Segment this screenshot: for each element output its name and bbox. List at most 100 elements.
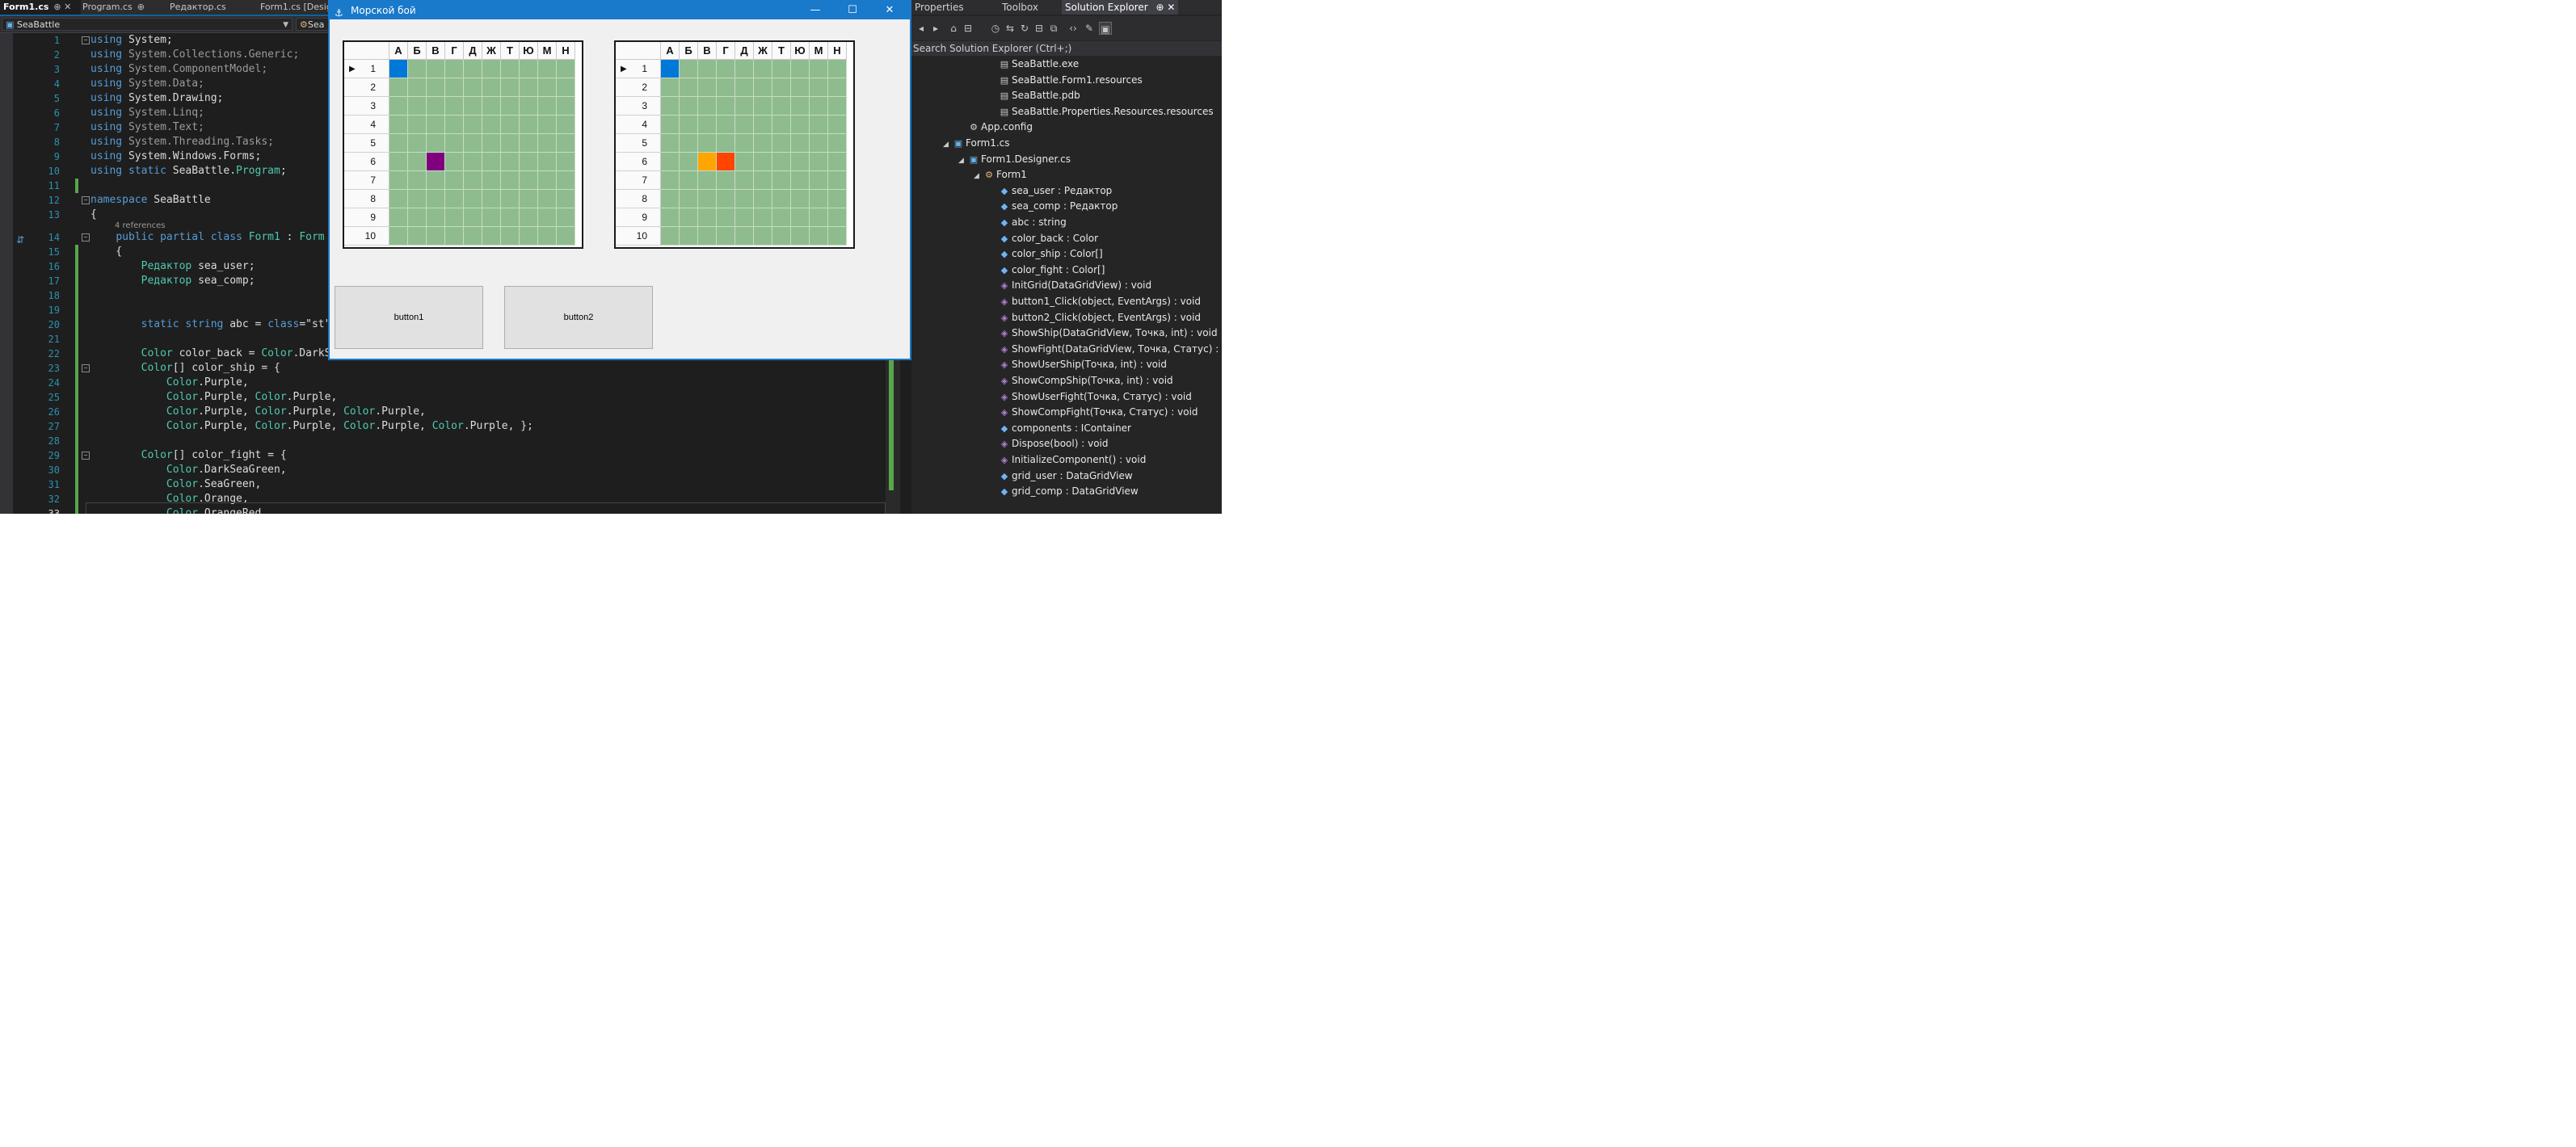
solution-tree-item[interactable]: ◈ ShowFight(DataGridView, Точка, Статус) … [989,343,1222,359]
grid-cell[interactable] [520,227,538,246]
column-header[interactable]: Т [501,42,520,60]
grid-cell[interactable] [828,97,847,116]
solution-tree-item[interactable]: ◈ Dispose(bool) : void [989,438,1109,454]
grid-cell[interactable] [464,97,482,116]
grid-cell[interactable] [828,116,847,134]
grid-cell[interactable] [661,208,680,227]
grid-cell[interactable] [408,60,427,78]
grid-cell[interactable] [680,208,698,227]
grid-cell[interactable] [791,153,810,171]
grid-cell[interactable] [408,116,427,134]
solution-tree-item[interactable]: ◈ ShowShip(DataGridView, Точка, int) : vo… [989,327,1218,343]
column-header[interactable]: Ю [791,42,810,60]
grid-cell[interactable] [791,190,810,208]
grid-cell[interactable] [735,60,754,78]
row-header[interactable]: 4 [616,116,661,134]
grid-cell[interactable] [464,134,482,153]
grid-cell[interactable] [557,227,575,246]
grid-cell[interactable] [698,190,717,208]
grid-cell[interactable] [520,60,538,78]
grid-cell[interactable] [772,97,791,116]
grid-cell[interactable] [445,134,464,153]
solution-tree-item[interactable]: ⚙ App.config [958,121,1033,137]
grid-cell[interactable] [408,153,427,171]
grid-cell[interactable] [538,116,557,134]
code-line[interactable]: 25 Color.Purple, Color.Purple, [0,390,889,405]
grid-cell[interactable] [464,171,482,190]
grid-cell[interactable] [427,190,445,208]
grid-cell[interactable] [810,227,828,246]
tab-toolbox[interactable]: Toolbox [1002,0,1038,15]
forward-icon[interactable]: ▸ [929,22,942,35]
grid-cell[interactable] [698,227,717,246]
solution-tree-item[interactable]: ◆ color_back : Color [989,233,1098,249]
grid-cell[interactable] [680,116,698,134]
grid-cell[interactable] [501,97,520,116]
grid-cell[interactable] [445,116,464,134]
grid-cell[interactable] [557,208,575,227]
grid-cell[interactable] [389,78,408,97]
grid-cell[interactable] [661,190,680,208]
grid-cell[interactable] [828,153,847,171]
grid-cell[interactable] [754,60,772,78]
grid-cell[interactable] [717,208,735,227]
column-header[interactable]: Г [445,42,464,60]
grid-corner[interactable] [616,42,661,60]
sync-icon[interactable]: ⇆ [1004,22,1017,35]
grid-cell[interactable] [680,171,698,190]
grid-cell[interactable] [427,153,445,171]
column-header[interactable]: Д [464,42,482,60]
code-line[interactable]: 27 Color.Purple, Color.Purple, Color.Pur… [0,419,889,434]
grid-cell[interactable] [408,134,427,153]
grid-cell[interactable] [501,208,520,227]
grid-cell[interactable] [538,97,557,116]
grid-cell[interactable] [698,116,717,134]
grid-cell[interactable] [445,78,464,97]
grid-cell[interactable] [810,134,828,153]
grid-cell[interactable] [427,116,445,134]
grid-cell[interactable] [445,227,464,246]
home-icon[interactable]: ⌂ [947,22,960,35]
grid-cell[interactable] [538,171,557,190]
collapse-icon[interactable]: − [82,452,90,460]
grid-cell[interactable] [754,153,772,171]
grid-cell[interactable] [810,97,828,116]
grid-cell[interactable] [791,208,810,227]
solution-tree-item[interactable]: ◢ ⚙ Form1 [974,169,1027,185]
grid-cell[interactable] [717,190,735,208]
grid-cell[interactable] [520,190,538,208]
grid-cell[interactable] [735,208,754,227]
grid-cell[interactable] [482,171,501,190]
grid-cell[interactable] [828,208,847,227]
grid-cell[interactable] [754,190,772,208]
grid-cell[interactable] [698,97,717,116]
row-header[interactable]: 5 [616,134,661,153]
project-dropdown[interactable]: ▣ SeaBattle ▼ [2,18,293,31]
grid-cell[interactable] [482,190,501,208]
grid-cell[interactable] [538,134,557,153]
grid-cell[interactable] [698,208,717,227]
code-line[interactable]: 29 − Color[] color_fight = { [0,448,889,463]
grid-cell[interactable] [810,190,828,208]
grid-cell[interactable] [538,78,557,97]
solution-tree-item[interactable]: ◆ grid_comp : DataGridView [989,485,1139,502]
close-button[interactable]: ✕ [871,2,908,19]
row-header[interactable]: ▶ 1 [344,60,389,78]
maximize-button[interactable]: ☐ [834,2,871,19]
tab-redaktor-cs[interactable]: Редактор.cs [166,0,250,15]
grid-cell[interactable] [791,60,810,78]
grid-cell[interactable] [680,134,698,153]
grid-cell[interactable] [810,153,828,171]
grid-cell[interactable] [445,208,464,227]
button2[interactable]: button2 [504,286,653,349]
grid-cell[interactable] [717,116,735,134]
column-header[interactable]: Б [408,42,427,60]
expand-arrow-icon[interactable]: ◢ [974,172,982,180]
grid-cell[interactable] [389,134,408,153]
grid-cell[interactable] [828,78,847,97]
grid-cell[interactable] [772,78,791,97]
grid-cell[interactable] [828,60,847,78]
solution-tree-item[interactable]: ◆ sea_user : Редактор [989,185,1113,201]
grid-cell[interactable] [445,60,464,78]
solution-explorer-search[interactable]: Search Solution Explorer (Ctrl+;) [911,41,1222,56]
